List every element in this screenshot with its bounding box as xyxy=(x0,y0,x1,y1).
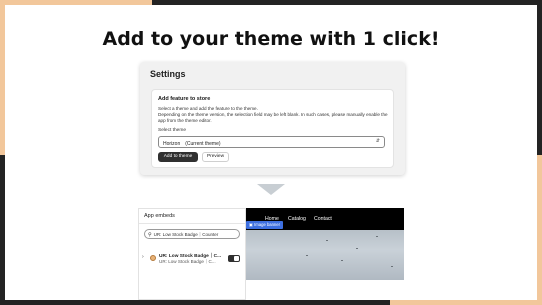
bird-mark xyxy=(306,255,308,256)
card-description: Select a theme and add the feature to th… xyxy=(158,106,388,123)
embed-name: UR: Low Stock Badge｜C... xyxy=(159,254,222,259)
frame-bar-left-top xyxy=(0,0,5,155)
select-chevron-icon: ⇵ xyxy=(375,138,380,144)
app-embeds-title: App embeds xyxy=(144,213,175,219)
add-feature-card: Add feature to store Select a theme and … xyxy=(151,89,394,168)
search-icon: ⚲ xyxy=(148,232,152,238)
embed-search-input[interactable]: ⚲ UR: Low Stock Badge｜Counter xyxy=(144,229,240,239)
bird-mark xyxy=(341,260,343,261)
settings-panel: Settings Add feature to store Select a t… xyxy=(140,62,405,175)
storefront-preview: Home Catalog Contact ▣ Image banner xyxy=(246,208,404,280)
app-embeds-panel: App embeds ⚲ UR: Low Stock Badge｜Counter … xyxy=(138,208,246,300)
image-banner-tag: ▣ Image banner xyxy=(246,221,283,229)
frame-bar-right-top xyxy=(537,0,542,155)
bird-mark xyxy=(356,248,358,249)
bird-mark xyxy=(376,236,378,237)
frame-bar-top-right xyxy=(152,0,542,5)
image-banner[interactable] xyxy=(246,230,404,280)
embed-toggle[interactable] xyxy=(228,255,240,262)
headline: Add to your theme with 1 click! xyxy=(102,28,440,50)
frame-bar-bottom-left xyxy=(0,300,390,305)
frame-bar-bottom-right xyxy=(390,300,542,305)
embed-search-value: UR: Low Stock Badge｜Counter xyxy=(153,232,219,237)
app-icon xyxy=(150,255,156,261)
image-icon: ▣ xyxy=(249,222,253,227)
preview-button[interactable]: Preview xyxy=(202,152,229,162)
frame-bar-right-bottom xyxy=(537,155,542,305)
down-triangle-icon xyxy=(257,184,285,195)
theme-select[interactable]: Horizon (Current theme) ⇵ xyxy=(158,136,385,148)
add-to-theme-button[interactable]: Add to theme xyxy=(158,152,198,162)
frame-bar-top-left xyxy=(0,0,152,5)
nav-contact-link[interactable]: Contact xyxy=(314,216,332,222)
card-title: Add feature to store xyxy=(158,96,211,102)
bird-mark xyxy=(326,240,328,241)
settings-title: Settings xyxy=(150,69,186,79)
select-theme-label: Select theme xyxy=(158,128,186,133)
frame-bar-left-bottom xyxy=(0,155,5,305)
chevron-right-icon[interactable]: › xyxy=(142,254,144,260)
bird-mark xyxy=(391,266,393,267)
embed-subtitle: UR: Low Stock Badge｜C... xyxy=(159,259,216,264)
app-embed-row[interactable]: › UR: Low Stock Badge｜C... UR: Low Stock… xyxy=(142,251,245,267)
nav-catalog-link[interactable]: Catalog xyxy=(288,216,306,222)
image-banner-label: Image banner xyxy=(254,222,280,227)
divider xyxy=(139,223,245,224)
theme-select-value: Horizon (Current theme) xyxy=(163,141,221,147)
